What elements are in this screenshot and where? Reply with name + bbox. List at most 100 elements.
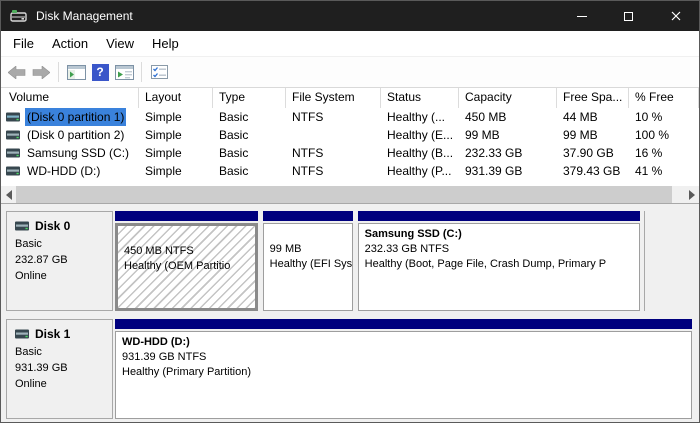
partition-size: 931.39 GB NTFS <box>122 350 685 365</box>
disk-state: Online <box>15 376 104 392</box>
back-button[interactable] <box>5 60 29 84</box>
cell-type: Basic <box>213 144 286 162</box>
table-row[interactable]: Samsung SSD (C:) Simple Basic NTFS Healt… <box>1 144 699 162</box>
partition-size: 99 MB <box>270 242 346 257</box>
cell-layout: Simple <box>139 126 213 144</box>
partition-disk0-p3[interactable]: Samsung SSD (C:) 232.33 GB NTFS Healthy … <box>358 211 640 311</box>
disk-name: Disk 0 <box>35 218 70 234</box>
volume-name: (Disk 0 partition 2) <box>25 126 126 144</box>
column-header-capacity[interactable]: Capacity <box>459 88 557 108</box>
horizontal-scrollbar[interactable] <box>1 186 699 203</box>
cell-pct-free: 10 % <box>629 108 699 126</box>
table-row[interactable]: (Disk 0 partition 2) Simple Basic Health… <box>1 126 699 144</box>
cell-type: Basic <box>213 126 286 144</box>
show-console-tree-button[interactable] <box>64 60 88 84</box>
forward-icon <box>32 66 50 79</box>
column-header-free-space[interactable]: Free Spa... <box>557 88 629 108</box>
disk-size: 931.39 GB <box>15 360 104 376</box>
cell-status: Healthy (... <box>381 108 459 126</box>
partition-color-bar <box>115 319 692 329</box>
column-header-type[interactable]: Type <box>213 88 286 108</box>
partition-color-bar <box>115 211 258 221</box>
disk-1-label[interactable]: Disk 1 Basic 931.39 GB Online <box>6 319 113 419</box>
close-button[interactable] <box>652 1 699 31</box>
cell-file-system: NTFS <box>286 162 381 180</box>
toolbar-separator <box>141 62 142 82</box>
scroll-left-button[interactable] <box>1 186 16 203</box>
menubar: File Action View Help <box>1 31 699 57</box>
cell-free-space: 99 MB <box>557 126 629 144</box>
volume-icon <box>6 130 21 140</box>
customize-button[interactable] <box>147 60 171 84</box>
volume-list-header: Volume Layout Type File System Status Ca… <box>1 88 699 108</box>
volume-icon <box>6 166 21 176</box>
table-row[interactable]: (Disk 0 partition 1) Simple Basic NTFS H… <box>1 108 699 126</box>
minimize-button[interactable] <box>558 1 605 31</box>
cell-layout: Simple <box>139 162 213 180</box>
disk-name: Disk 1 <box>35 326 70 342</box>
cell-type: Basic <box>213 108 286 126</box>
toolbar-separator <box>58 62 59 82</box>
cell-file-system: NTFS <box>286 108 381 126</box>
scroll-left-icon <box>6 190 12 200</box>
partition-name: WD-HDD (D:) <box>122 335 685 350</box>
cell-free-space: 379.43 GB <box>557 162 629 180</box>
cell-capacity: 931.39 GB <box>459 162 557 180</box>
disk-0-label[interactable]: Disk 0 Basic 232.87 GB Online <box>6 211 113 311</box>
action-pane-icon <box>115 65 134 80</box>
column-header-file-system[interactable]: File System <box>286 88 381 108</box>
window-controls <box>558 1 699 31</box>
maximize-button[interactable] <box>605 1 652 31</box>
cell-pct-free: 16 % <box>629 144 699 162</box>
disk-1-band: Disk 1 Basic 931.39 GB Online WD-HDD (D:… <box>6 319 699 419</box>
partition-size: 450 MB NTFS <box>124 244 249 259</box>
scrollbar-thumb[interactable] <box>16 186 672 203</box>
minimize-icon <box>577 16 587 17</box>
show-action-pane-button[interactable] <box>112 60 136 84</box>
partition-status: Healthy (Primary Partition) <box>122 365 685 380</box>
window-title: Disk Management <box>36 9 133 23</box>
cell-capacity: 99 MB <box>459 126 557 144</box>
volume-icon <box>6 112 21 122</box>
column-header-pct-free[interactable]: % Free <box>629 88 699 108</box>
partition-status: Healthy (EFI Sys <box>270 257 346 272</box>
volume-name: Samsung SSD (C:) <box>25 144 131 162</box>
partition-disk1-p1[interactable]: WD-HDD (D:) 931.39 GB NTFS Healthy (Prim… <box>115 319 692 419</box>
forward-button[interactable] <box>29 60 53 84</box>
column-header-status[interactable]: Status <box>381 88 459 108</box>
partition-disk0-p1[interactable]: 450 MB NTFS Healthy (OEM Partitio <box>115 211 258 311</box>
cell-layout: Simple <box>139 108 213 126</box>
scroll-right-button[interactable] <box>684 186 699 203</box>
cell-file-system: NTFS <box>286 144 381 162</box>
volume-icon <box>6 148 21 158</box>
partition-status: Healthy (OEM Partitio <box>124 259 249 274</box>
cell-pct-free: 100 % <box>629 126 699 144</box>
cell-capacity: 450 MB <box>459 108 557 126</box>
cell-status: Healthy (E... <box>381 126 459 144</box>
scroll-right-icon <box>689 190 695 200</box>
menu-file[interactable]: File <box>4 32 43 55</box>
partition-size: 232.33 GB NTFS <box>365 242 633 257</box>
table-row[interactable]: WD-HDD (D:) Simple Basic NTFS Healthy (P… <box>1 162 699 180</box>
column-header-layout[interactable]: Layout <box>139 88 213 108</box>
disk-1-partitions: WD-HDD (D:) 931.39 GB NTFS Healthy (Prim… <box>113 319 696 419</box>
maximize-icon <box>624 12 633 21</box>
volume-name: WD-HDD (D:) <box>25 162 102 180</box>
partition-color-bar <box>263 211 353 221</box>
console-tree-icon <box>67 65 86 80</box>
checklist-icon <box>151 65 168 79</box>
cell-type: Basic <box>213 162 286 180</box>
menu-help[interactable]: Help <box>143 32 188 55</box>
graphical-view: Disk 0 Basic 232.87 GB Online 450 MB NTF… <box>1 203 699 422</box>
cell-status: Healthy (B... <box>381 144 459 162</box>
menu-action[interactable]: Action <box>43 32 97 55</box>
partition-disk0-p2[interactable]: 99 MB Healthy (EFI Sys <box>263 211 353 311</box>
menu-view[interactable]: View <box>97 32 143 55</box>
column-header-volume[interactable]: Volume <box>1 88 139 108</box>
partition-name <box>124 229 249 244</box>
help-button[interactable]: ? <box>88 60 112 84</box>
disk-icon <box>15 329 30 339</box>
back-icon <box>8 66 26 79</box>
help-icon: ? <box>92 64 109 81</box>
partition-color-bar <box>358 211 640 221</box>
